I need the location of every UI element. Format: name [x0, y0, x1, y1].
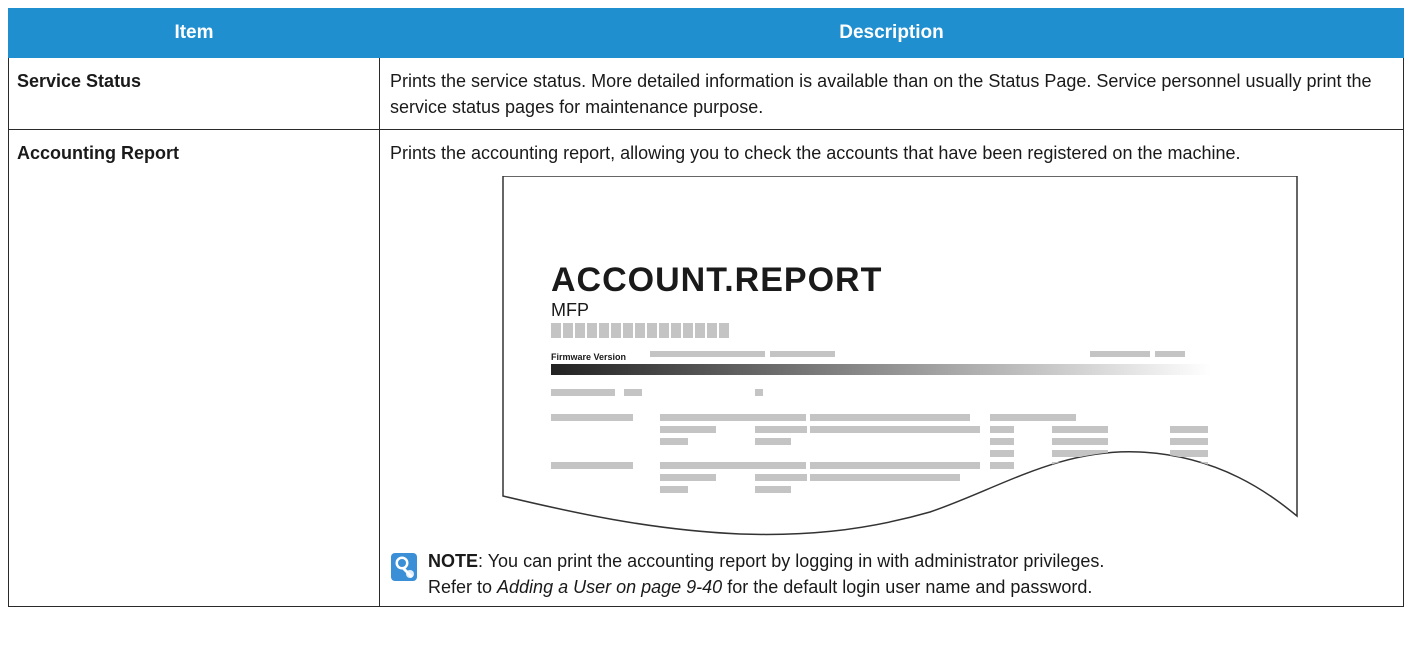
- table-row: Service Status Prints the service status…: [8, 57, 1404, 130]
- item-accounting-report: Accounting Report: [8, 129, 380, 607]
- settings-table: Item Description Service Status Prints t…: [8, 8, 1404, 607]
- note-line-2-suffix: for the default login user name and pass…: [722, 577, 1093, 597]
- item-service-status: Service Status: [8, 57, 380, 130]
- account-report-illustration: ACCOUNT.REPORT MFP Firmware Version: [500, 176, 1300, 546]
- item-column-header: Item: [8, 8, 380, 58]
- note-lightbulb-icon: [390, 552, 418, 589]
- firmware-version-label: Firmware Version: [551, 352, 627, 362]
- note-line-2: Refer to Adding a User on page 9-40 for …: [428, 574, 1393, 600]
- description-accounting-report: Prints the accounting report, allowing y…: [379, 129, 1404, 607]
- note-line-2-prefix: Refer to: [428, 577, 498, 597]
- table-header-row: Item Description: [8, 8, 1404, 58]
- table-row: Accounting Report Prints the accounting …: [8, 129, 1404, 607]
- report-title: ACCOUNT.REPORT: [551, 261, 883, 299]
- note-line-1-text: : You can print the accounting report by…: [478, 551, 1105, 571]
- description-service-status: Prints the service status. More detailed…: [379, 57, 1404, 130]
- note-label: NOTE: [428, 551, 479, 571]
- note-line-1: NOTE: You can print the accounting repor…: [428, 548, 1393, 574]
- description-text: Prints the service status. More detailed…: [390, 71, 1372, 117]
- note-reference-link[interactable]: Adding a User on page 9-40: [497, 577, 722, 597]
- report-subtitle: MFP: [551, 300, 589, 320]
- gradient-band: [551, 364, 1211, 375]
- description-column-header: Description: [379, 8, 1404, 58]
- description-text: Prints the accounting report, allowing y…: [390, 143, 1241, 163]
- note-block: NOTE: You can print the accounting repor…: [390, 548, 1393, 600]
